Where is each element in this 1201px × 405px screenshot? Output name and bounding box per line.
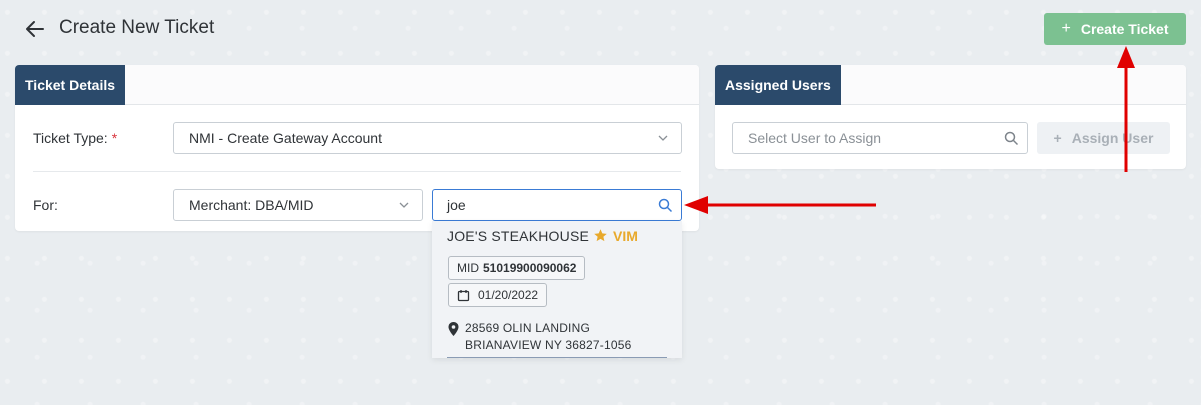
user-search-input[interactable]: Select User to Assign bbox=[732, 122, 1028, 154]
assigned-users-card: Assigned Users Select User to Assign + A… bbox=[715, 65, 1186, 169]
search-icon[interactable] bbox=[1004, 131, 1019, 146]
assign-user-label: Assign User bbox=[1071, 130, 1154, 146]
for-type-value: Merchant: DBA/MID bbox=[189, 197, 314, 213]
calendar-icon bbox=[457, 289, 470, 301]
merchant-search-value: joe bbox=[447, 197, 466, 213]
search-results-dropdown[interactable]: JOE'S STEAKHOUSE VIM MID 51019900090062 … bbox=[432, 221, 682, 358]
create-ticket-button[interactable]: + Create Ticket bbox=[1044, 13, 1186, 45]
ticket-type-value: NMI - Create Gateway Account bbox=[189, 130, 382, 146]
search-icon[interactable] bbox=[658, 198, 673, 213]
ticket-type-select[interactable]: NMI - Create Gateway Account bbox=[173, 122, 682, 154]
date-value: 01/20/2022 bbox=[478, 288, 539, 302]
annotation-arrow-left bbox=[684, 196, 876, 214]
user-search-placeholder: Select User to Assign bbox=[748, 130, 882, 146]
star-icon bbox=[594, 229, 607, 242]
back-arrow-icon[interactable] bbox=[24, 18, 46, 40]
ticket-details-card: Ticket Details Ticket Type: * NMI - Creat… bbox=[15, 65, 699, 231]
merchant-name[interactable]: JOE'S STEAKHOUSE bbox=[447, 228, 589, 244]
mid-label: MID bbox=[457, 261, 479, 275]
tab-assigned-users[interactable]: Assigned Users bbox=[715, 65, 841, 105]
address-line-2: BRIANAVIEW NY 36827-1056 bbox=[465, 338, 632, 352]
create-ticket-label: Create Ticket bbox=[1080, 21, 1169, 37]
next-result-edge bbox=[447, 357, 667, 358]
date-chip: 01/20/2022 bbox=[448, 283, 548, 307]
chevron-down-icon bbox=[399, 202, 409, 208]
card-header: Ticket Details bbox=[15, 65, 699, 105]
required-mark: * bbox=[111, 130, 118, 146]
chevron-down-icon bbox=[658, 135, 668, 141]
mid-value: 51019900090062 bbox=[483, 261, 577, 275]
top-bar: Create New Ticket + Create Ticket bbox=[0, 0, 1201, 58]
card-header: Assigned Users bbox=[715, 65, 1186, 105]
ticket-type-label-text: Ticket Type: bbox=[33, 130, 108, 146]
for-label: For: bbox=[33, 197, 58, 213]
assign-user-button[interactable]: + Assign User bbox=[1037, 122, 1170, 154]
address-line-1: 28569 OLIN LANDING bbox=[465, 321, 590, 335]
page-title: Create New Ticket bbox=[59, 17, 215, 38]
plus-icon: + bbox=[1061, 20, 1071, 37]
location-pin-icon bbox=[448, 322, 459, 336]
ticket-type-label: Ticket Type: * bbox=[33, 130, 117, 146]
divider bbox=[33, 171, 681, 172]
merchant-search-input[interactable]: joe bbox=[432, 189, 682, 221]
tab-ticket-details[interactable]: Ticket Details bbox=[15, 65, 126, 105]
plus-icon: + bbox=[1053, 130, 1062, 146]
mid-chip: MID 51019900090062 bbox=[448, 256, 586, 280]
for-type-select[interactable]: Merchant: DBA/MID bbox=[173, 189, 423, 221]
vim-badge: VIM bbox=[613, 228, 638, 244]
